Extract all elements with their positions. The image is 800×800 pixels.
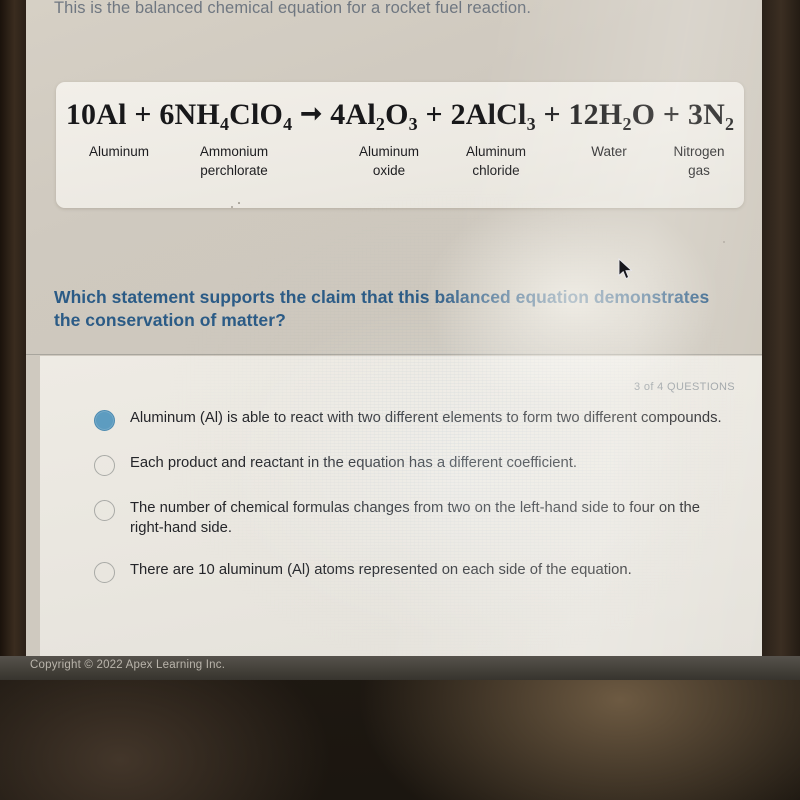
photo-background: This is the balanced chemical equation f… [0,0,800,800]
formula-subscript: 3 [408,113,418,134]
chemical-equation: 10Al + 6NH4ClO4 ➞ 4Al2O3 + 2AlCl3 + 12H2O … [56,98,744,135]
species-coefficient: 12 [568,98,599,131]
formula-subscript: 3 [526,113,536,134]
formula-subscript: 2 [724,113,735,134]
answers-pane: 3 of 4 QUESTIONS Aluminum (Al) is able t… [40,356,762,656]
species-name-0: Aluminum [64,142,174,161]
answer-option-label: There are 10 aluminum (Al) atoms represe… [130,562,632,578]
species-name-4: Water [564,142,654,161]
answer-option-label: Each product and reactant in the equatio… [130,455,577,471]
formula-symbol: NH [174,98,220,131]
species-name-1: Ammonium perchlorate [164,142,304,180]
species-name-2: Aluminum oxide [334,142,444,180]
species-name-line1: Aluminum [88,144,150,159]
formula-symbol: H [598,98,623,131]
answer-option-label: Aluminum (Al) is able to react with two … [130,410,722,426]
plus-sign: + [535,98,569,131]
formula-symbol: Al [345,98,376,131]
species-name-line2: gas [688,163,710,178]
reaction-arrow-icon: ➞ [300,99,323,128]
species-name-line1: Aluminum [358,144,420,159]
device-bezel-right [762,0,800,672]
plus-sign: + [655,98,688,131]
answer-option-d[interactable]: There are 10 aluminum (Al) atoms represe… [94,560,734,583]
intro-text: This is the balanced chemical equation f… [54,0,532,17]
radio-button[interactable] [94,455,115,476]
species-coefficient: 3 [687,98,704,131]
species-name-line1: Water [591,144,627,159]
answer-options-list: Aluminum (Al) is able to react with two … [94,408,734,605]
formula-symbol: AlCl [465,98,527,131]
formula-subscript: 2 [375,113,386,134]
question-prompt: Which statement supports the claim that … [54,287,710,330]
plus-sign: + [417,98,451,131]
species-reactant-0: 10Al [66,98,127,131]
formula-symbol: O [631,98,656,131]
radio-button-selected[interactable] [94,410,115,431]
dust-speck [238,202,240,204]
answer-option-a[interactable]: Aluminum (Al) is able to react with two … [94,408,734,431]
species-name-labels: Aluminum Ammonium perchlorate Aluminum oxide… [56,142,744,200]
formula-symbol: ClO [229,98,284,131]
formula-subscript: 4 [283,113,293,134]
species-name-5: Nitrogen gas [654,142,744,180]
formula-symbol: Al [96,98,127,131]
dust-speck [723,241,725,243]
radio-button[interactable] [94,500,115,521]
pane-divider [26,354,762,355]
answer-option-b[interactable]: Each product and reactant in the equatio… [94,453,734,476]
species-product-3: 3N2 [687,98,735,134]
copyright-text: Copyright © 2022 Apex Learning Inc. [30,659,226,671]
species-name-line1: Aluminum [465,144,527,159]
question-counter: 3 of 4 QUESTIONS [634,381,735,393]
footer-bar: Copyright © 2022 Apex Learning Inc. [0,656,800,680]
species-coefficient: 2 [450,98,466,131]
species-name-line2: perchlorate [200,163,268,178]
mouse-cursor-icon [618,258,633,280]
species-product-2: 12H2O [568,98,656,134]
device-bezel-left [0,0,26,672]
species-name-line2: oxide [372,163,406,178]
plus-sign: + [126,98,160,131]
formula-subscript: 2 [622,113,632,134]
formula-subscript: 4 [219,113,230,134]
equation-card: 10Al + 6NH4ClO4 ➞ 4Al2O3 + 2AlCl3 + 12H2O … [56,82,744,208]
answer-option-c[interactable]: The number of chemical formulas changes … [94,498,734,538]
radio-button[interactable] [94,562,115,583]
species-product-1: 2AlCl3 [450,98,536,134]
species-name-line1: Nitrogen [673,144,725,159]
dust-speck [231,206,233,208]
answer-option-label: The number of chemical formulas changes … [130,500,700,536]
stimulus-pane: This is the balanced chemical equation f… [26,0,762,355]
species-name-line1: Ammonium [199,144,269,159]
screen-content: This is the balanced chemical equation f… [26,0,762,656]
species-coefficient: 4 [330,98,346,131]
formula-symbol: O [385,98,409,131]
species-name-3: Aluminum chloride [441,142,551,180]
species-name-line2: chloride [472,163,520,178]
species-reactant-1: 6NH4ClO4 [159,98,293,134]
species-coefficient: 6 [159,98,175,131]
species-coefficient: 10 [65,98,97,131]
species-product-0: 4Al2O3 [330,98,418,134]
formula-symbol: N [703,98,725,131]
